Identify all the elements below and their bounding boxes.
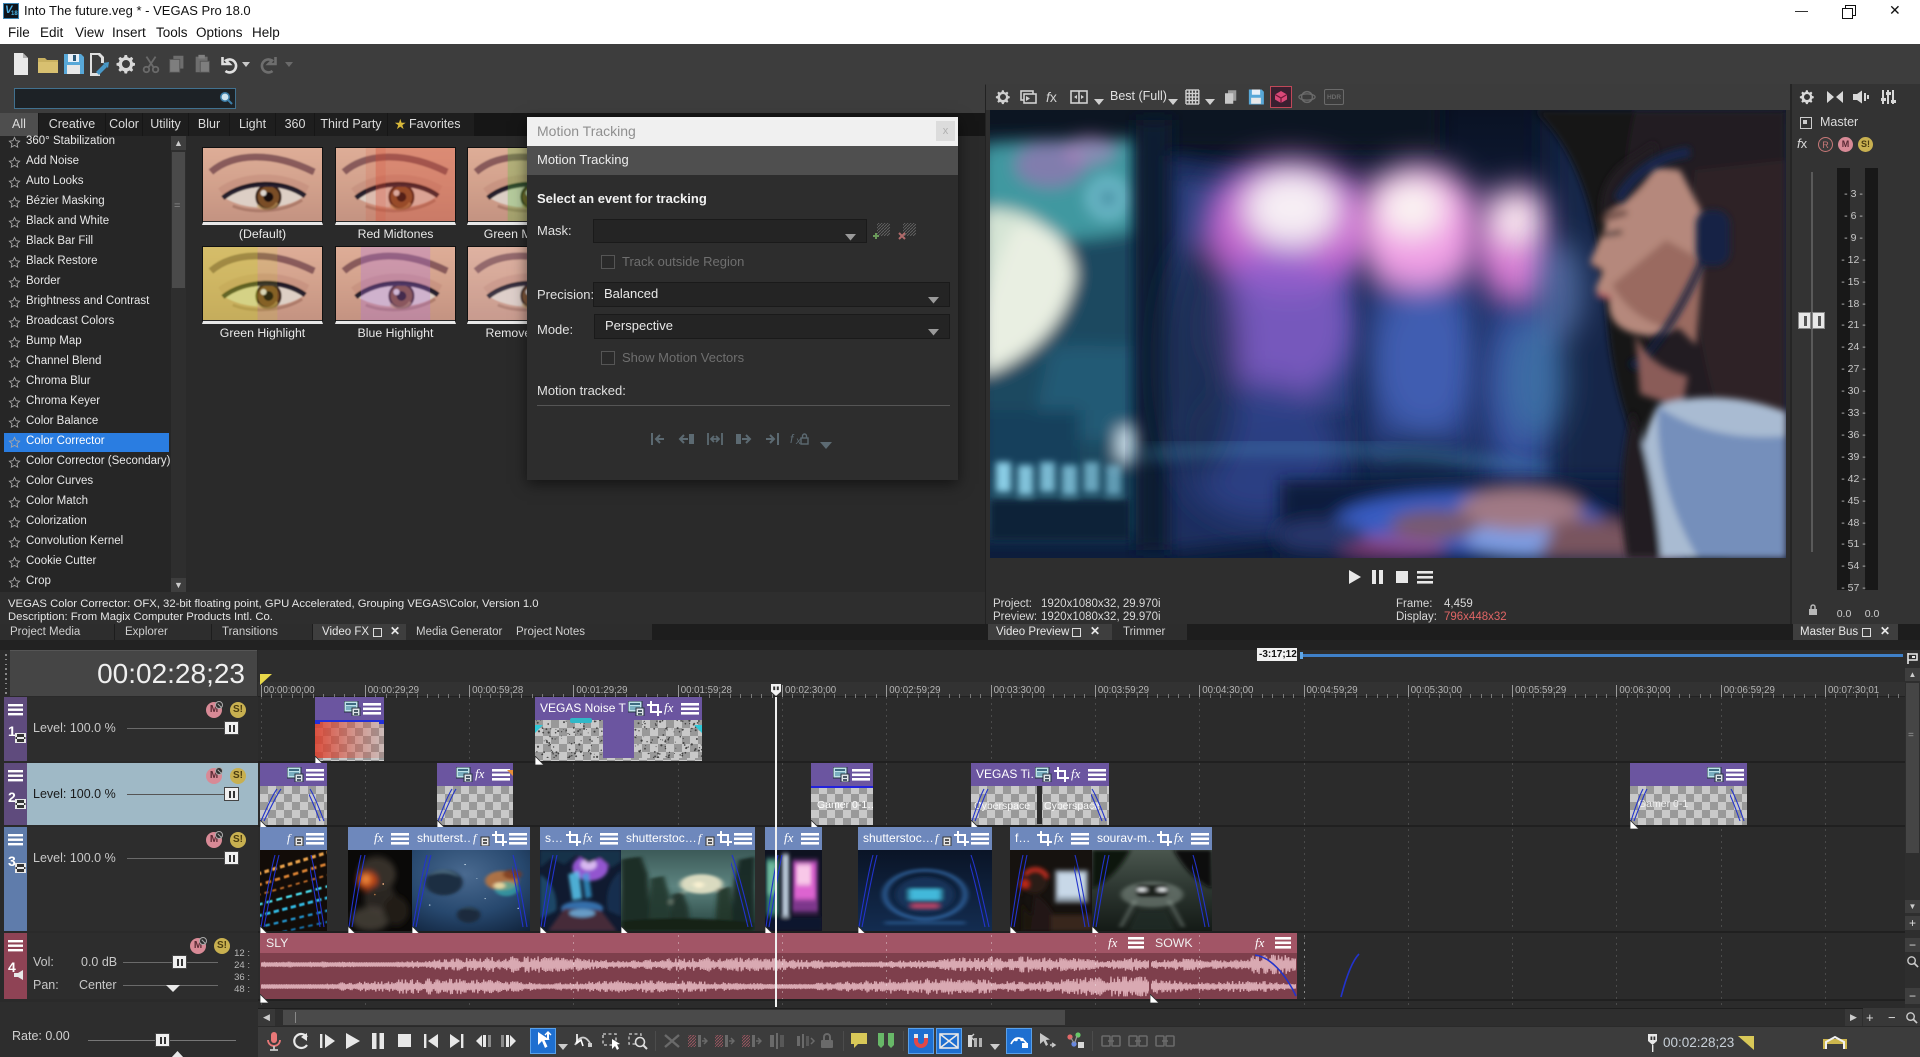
svg-text:f: f	[935, 831, 940, 845]
svg-text:f: f	[790, 432, 795, 446]
svg-text:f: f	[287, 831, 292, 845]
svg-text:f: f	[473, 831, 478, 845]
svg-text:f: f	[698, 831, 703, 845]
